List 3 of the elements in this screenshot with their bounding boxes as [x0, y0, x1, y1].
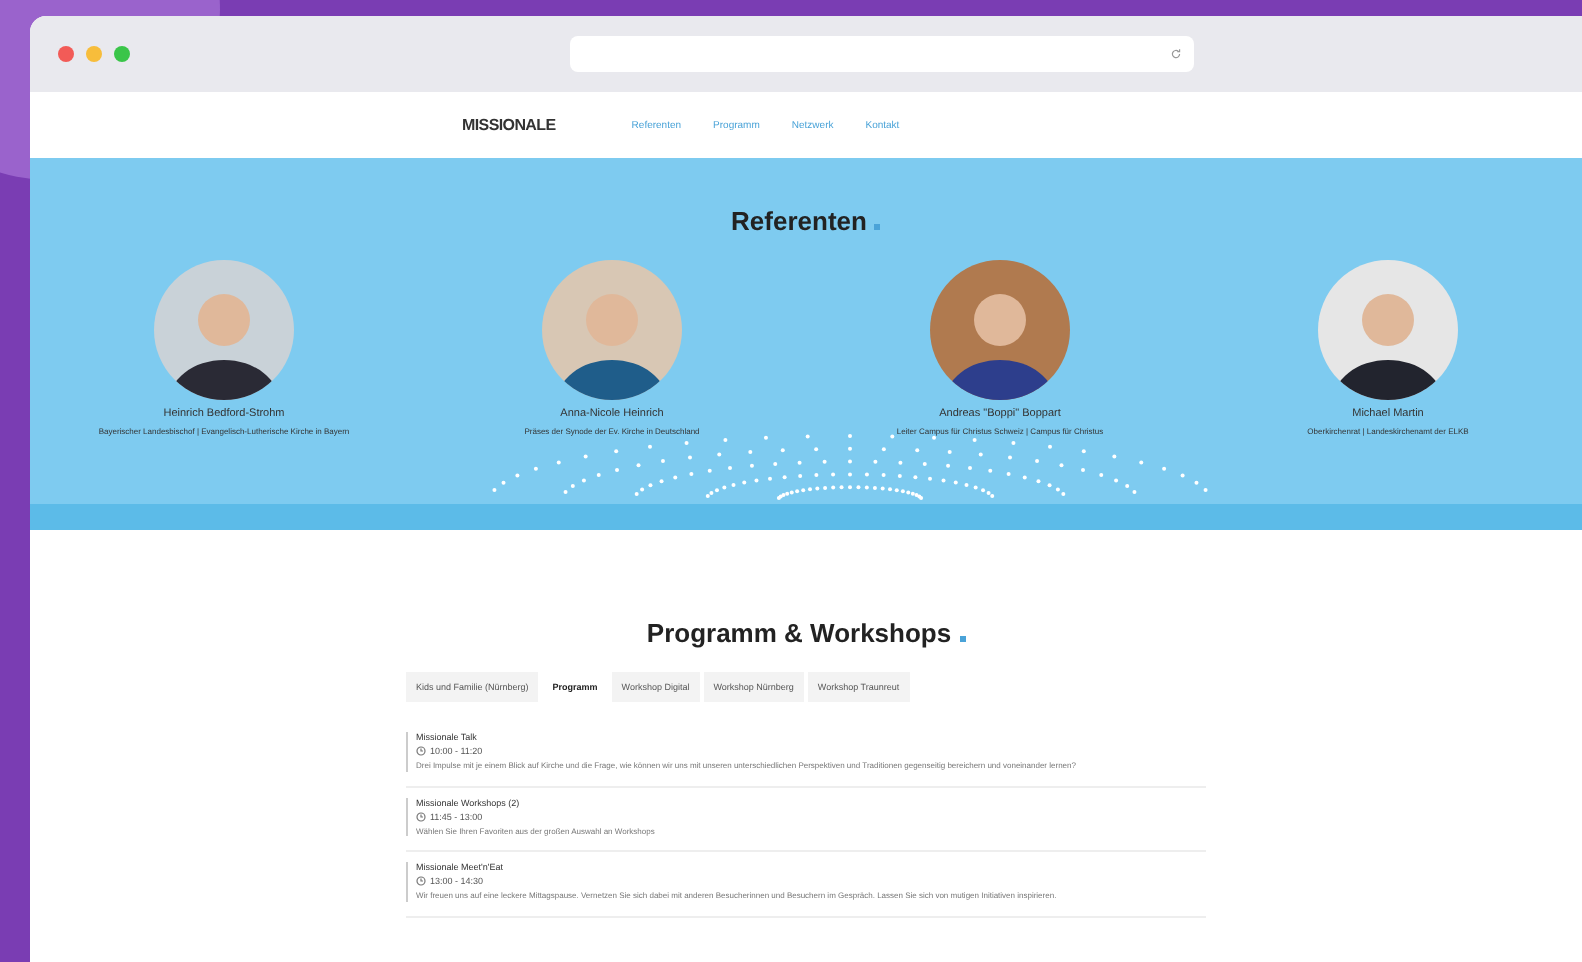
- section-title: Referenten: [731, 206, 867, 236]
- logo[interactable]: MISSIONALE: [462, 116, 556, 134]
- section-title: Programm & Workshops: [646, 618, 952, 648]
